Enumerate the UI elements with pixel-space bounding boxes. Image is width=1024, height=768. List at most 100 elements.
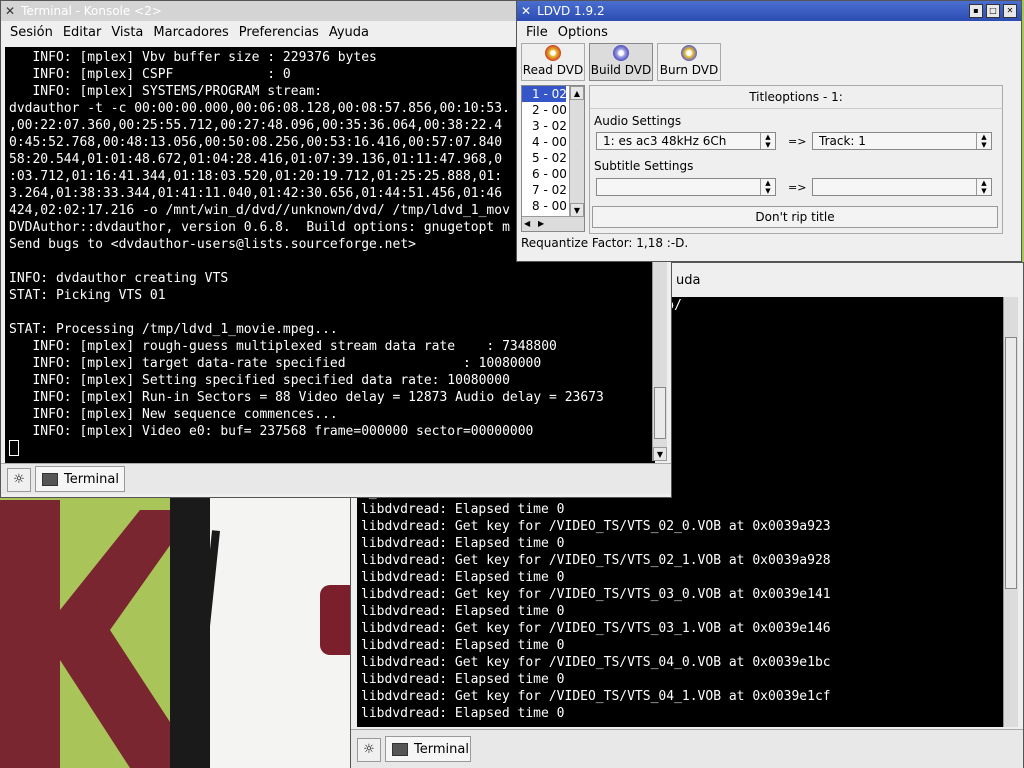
terminal-line: libdvdread: Elapsed time 0 [361, 706, 565, 721]
menu-item-1[interactable]: Editar [58, 25, 107, 40]
audio-stream-value: 1: es ac3 48kHz 6Ch [603, 134, 727, 148]
terminal-line: STAT: Picking VTS 01 [9, 288, 166, 303]
terminal-line: libdvdread: Get key for /VIDEO_TS/VTS_04… [361, 689, 831, 704]
scroll-down-icon[interactable]: ▼ [570, 203, 584, 217]
spin-arrows-icon: ▲ ▼ [760, 133, 775, 149]
title-list-item[interactable]: 2 - 00 [522, 102, 566, 118]
title-list-item[interactable]: 1 - 02 [522, 86, 566, 102]
terminal-line: libdvdread: Elapsed time 0 [361, 502, 565, 517]
title-list-scrollbar[interactable]: ▲ ▼ [569, 86, 584, 231]
tab-label: Terminal [64, 471, 119, 487]
terminal-line: libdvdread: Elapsed time 0 [361, 672, 565, 687]
terminal-line: INFO: [mplex] rough-guess multiplexed st… [9, 339, 557, 354]
ldvd-window[interactable]: ✕ LDVD 1.9.2 ▪ □ ✕ File Options Read DVD … [516, 0, 1022, 262]
scrollbar-thumb[interactable] [654, 387, 666, 439]
terminal-line: libdvdread: Get key for /VIDEO_TS/VTS_02… [361, 519, 831, 534]
terminal-line: libdvdread: Get key for /VIDEO_TS/VTS_03… [361, 621, 831, 636]
window-title: LDVD 1.9.2 [537, 4, 605, 18]
terminal2-menubar: uda [667, 269, 705, 291]
new-session-icon[interactable]: ☼ [7, 468, 31, 492]
terminal-line: INFO: [mplex] Video e0: buf= 237568 fram… [9, 424, 534, 439]
subtitle-settings-label: Subtitle Settings [594, 159, 694, 173]
burn-dvd-icon [681, 45, 697, 61]
terminal-line: libdvdread: Elapsed time 0 [361, 604, 565, 619]
dont-rip-title-button[interactable]: Don't rip title [592, 206, 998, 228]
button-label: Burn DVD [659, 63, 719, 77]
terminal-line: libdvdread: Elapsed time 0 [361, 570, 565, 585]
tab-label: Terminal [414, 741, 469, 757]
audio-stream-select[interactable]: 1: es ac3 48kHz 6Ch ▲ ▼ [596, 132, 776, 150]
title-list[interactable]: 1 - 02 2 - 00 3 - 02 4 - 00 5 - 02 6 - 00 7 - … [521, 85, 585, 232]
maximize-icon[interactable]: □ [986, 4, 1000, 18]
title-list-item[interactable]: 4 - 00 [522, 134, 566, 150]
panel-title: Titleoptions - 1: [590, 86, 1002, 109]
scroll-up-icon[interactable]: ▲ [570, 86, 584, 100]
window-menu-icon[interactable]: ✕ [521, 4, 531, 18]
menu-item-3[interactable]: Marcadores [148, 25, 233, 40]
minimize-icon[interactable]: ▪ [969, 4, 983, 18]
menu-item-2[interactable]: Vista [106, 25, 148, 40]
requantize-status: Requantize Factor: 1,18 :-D. [521, 236, 689, 250]
build-dvd-button[interactable]: Build DVD [589, 43, 653, 81]
new-session-icon[interactable]: ☼ [357, 738, 381, 762]
terminal-line: libdvdread: Get key for /VIDEO_TS/VTS_04… [361, 655, 831, 670]
window-menu-icon[interactable]: ✕ [5, 4, 15, 18]
terminal-line: INFO: [mplex] Setting specified specifie… [9, 373, 510, 388]
menu-item-0[interactable]: Sesión [5, 25, 58, 40]
cursor-block [9, 440, 19, 456]
terminal-line: INFO: [mplex] Run-in Sectors = 88 Video … [9, 390, 604, 405]
subtitle-track-select[interactable]: ▲ ▼ [812, 178, 992, 196]
tab-terminal-1[interactable]: Terminal [35, 466, 125, 492]
scroll-down-icon[interactable]: ▼ [653, 447, 667, 461]
read-dvd-button[interactable]: Read DVD [521, 43, 585, 81]
terminal-line: INFO: dvdauthor creating VTS [9, 271, 229, 286]
terminal1-tabbar: ☼ Terminal [1, 463, 671, 494]
button-label: Read DVD [522, 63, 584, 77]
ldvd-menubar: File Options [517, 21, 1021, 43]
title-list-hscrollbar[interactable]: ◀ ▶ [522, 216, 570, 231]
menu-item-1[interactable]: Options [553, 25, 613, 40]
scroll-left-icon[interactable]: ◀ [524, 219, 530, 228]
menu-ayuda-fragment[interactable]: uda [671, 273, 705, 288]
terminal-line: STAT: Processing /tmp/ldvd_1_movie.mpeg.… [9, 322, 338, 337]
menu-item-4[interactable]: Preferencias [234, 25, 324, 40]
title-list-item[interactable]: 8 - 00 [522, 198, 566, 214]
ldvd-titlebar[interactable]: ✕ LDVD 1.9.2 ▪ □ ✕ [517, 1, 1021, 21]
title-list-item[interactable]: 7 - 02 [522, 182, 566, 198]
audio-track-select[interactable]: Track: 1 ▲ ▼ [812, 132, 992, 150]
subtitle-stream-select[interactable]: ▲ ▼ [596, 178, 776, 196]
terminal-line: INFO: [mplex] target data-rate specified… [9, 356, 542, 371]
spin-arrows-icon: ▲ ▼ [976, 133, 991, 149]
terminal-line: libdvdread: Get key for /VIDEO_TS/VTS_02… [361, 553, 831, 568]
terminal-line: libdvdread: Elapsed time 0 [361, 536, 565, 551]
title-list-item[interactable]: 3 - 02 [522, 118, 566, 134]
spin-arrows-icon: ▲ ▼ [760, 179, 775, 195]
terminal-icon [392, 742, 408, 756]
audio-settings-label: Audio Settings [594, 114, 682, 128]
terminal2-tabbar: ☼ Terminal [351, 729, 1023, 768]
terminal-line: libdvdread: Elapsed time 0 [361, 638, 565, 653]
scrollbar-thumb[interactable] [1005, 337, 1017, 589]
button-label: Build DVD [590, 63, 652, 77]
terminal-icon [42, 472, 58, 486]
spin-arrows-icon: ▲ ▼ [976, 179, 991, 195]
audio-track-value: Track: 1 [819, 134, 866, 148]
menu-item-5[interactable]: Ayuda [324, 25, 374, 40]
tab-terminal-2[interactable]: Terminal [385, 736, 471, 762]
menu-item-0[interactable]: File [521, 25, 553, 40]
burn-dvd-button[interactable]: Burn DVD [657, 43, 721, 81]
build-dvd-icon [613, 45, 629, 61]
terminal2-scrollbar[interactable] [1003, 297, 1018, 727]
title-list-item[interactable]: 6 - 00 [522, 166, 566, 182]
ldvd-toolbar: Read DVD Build DVD Burn DVD [521, 43, 721, 83]
title-options-panel: Titleoptions - 1: Audio Settings 1: es a… [589, 85, 1003, 234]
terminal-line: INFO: [mplex] New sequence commences... [9, 407, 338, 422]
audio-map-arrow: => [788, 135, 807, 148]
terminal-line: libdvdread: Get key for /VIDEO_TS/VTS_03… [361, 587, 831, 602]
subtitle-map-arrow: => [788, 181, 807, 194]
scroll-right-icon[interactable]: ▶ [538, 219, 544, 228]
title-list-item[interactable]: 5 - 02 [522, 150, 566, 166]
close-icon[interactable]: ✕ [1003, 4, 1017, 18]
terminal-prompt-line[interactable] [9, 440, 655, 457]
